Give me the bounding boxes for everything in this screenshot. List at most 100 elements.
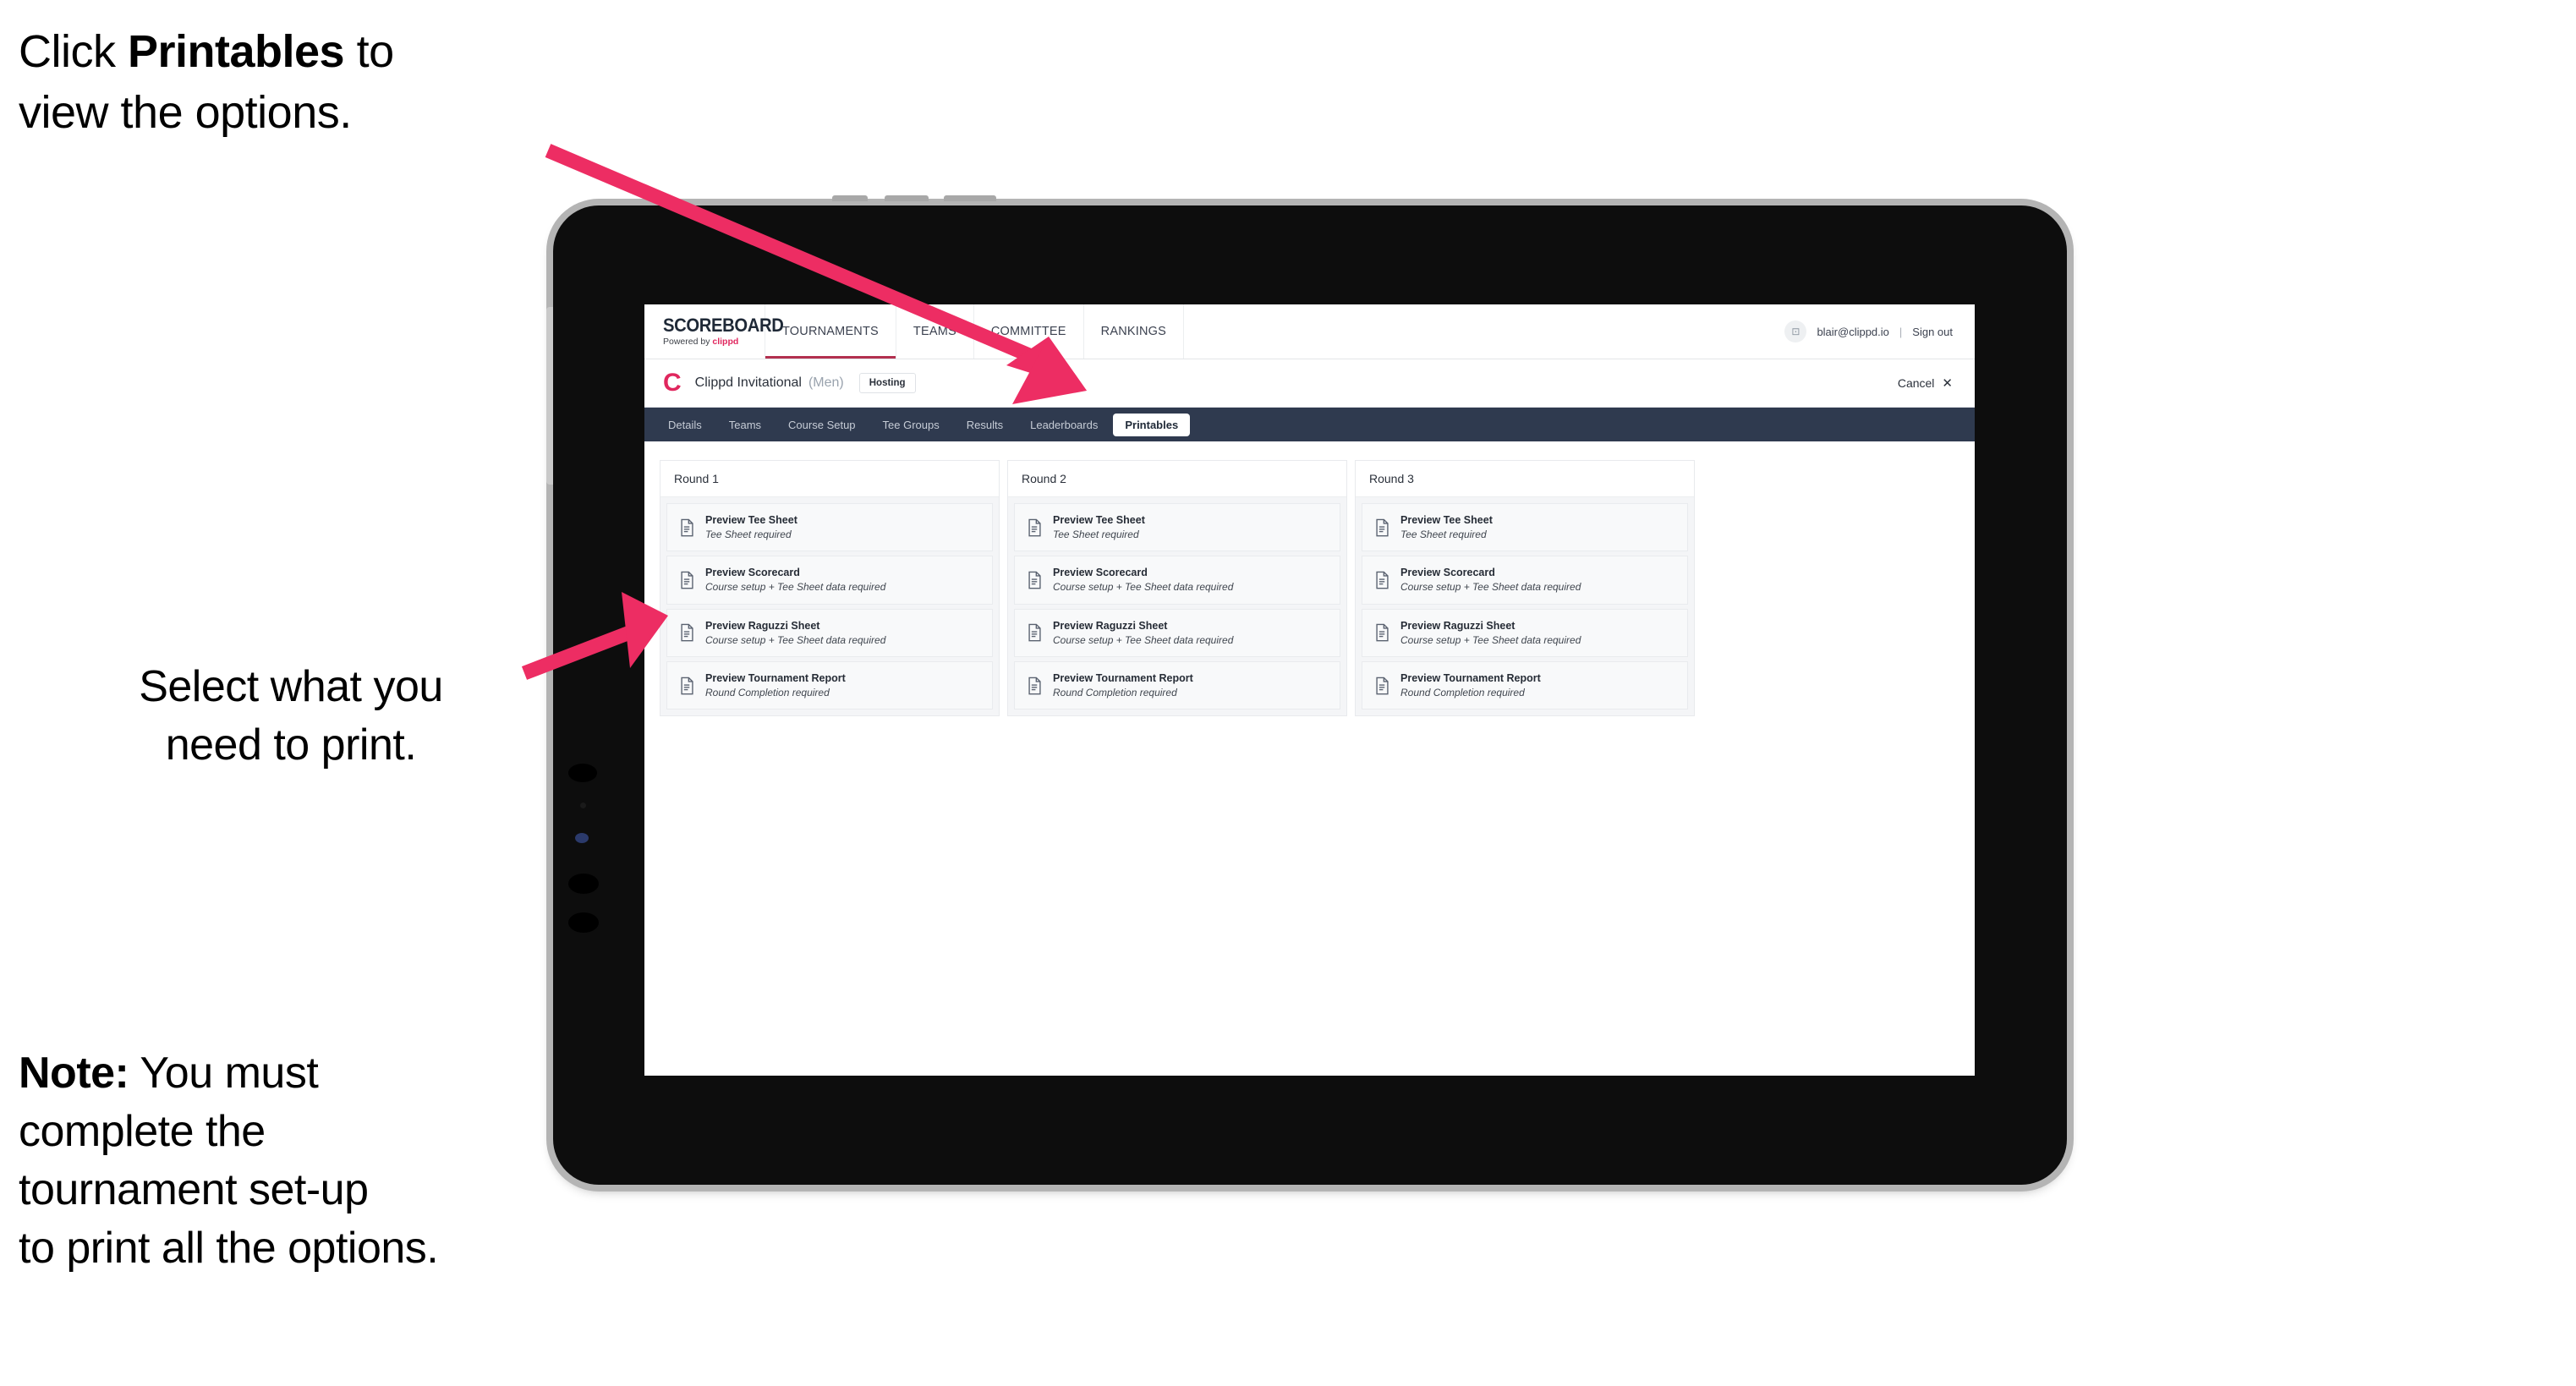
document-icon: [681, 677, 693, 695]
tab-teams[interactable]: Teams: [717, 414, 773, 436]
tournament-name: Clippd Invitational: [694, 375, 802, 390]
printable-item-subtitle: Tee Sheet required: [1053, 529, 1139, 540]
printable-item-subtitle: Tee Sheet required: [1400, 529, 1487, 540]
printable-item-text: Preview Tournament Report Round Completio…: [1400, 671, 1541, 699]
printable-item[interactable]: Preview Tournament Report Round Completio…: [666, 661, 993, 710]
tab-tee-groups[interactable]: Tee Groups: [871, 414, 951, 436]
printable-item-text: Preview Tee Sheet Tee Sheet required: [705, 513, 797, 541]
printable-item-subtitle: Course setup + Tee Sheet data required: [705, 581, 886, 594]
tablet-top-button-1: [832, 195, 868, 201]
round-card-list: Preview Tee Sheet Tee Sheet required Previ…: [1008, 497, 1346, 716]
document-icon: [681, 624, 693, 642]
tournament-gender: (Men): [808, 375, 844, 390]
printable-item[interactable]: Preview Scorecard Course setup + Tee Shee…: [1362, 556, 1688, 605]
document-icon: [1028, 677, 1041, 695]
nav-item-rankings[interactable]: RANKINGS: [1084, 304, 1185, 359]
annotation-note-line3: tournament set-up: [19, 1165, 369, 1215]
printable-item-title: Preview Tournament Report: [1053, 672, 1193, 685]
tablet-top-button-2: [885, 195, 929, 201]
printable-item[interactable]: Preview Tee Sheet Tee Sheet required: [1362, 503, 1688, 552]
tablet-speaker-hole-1: [568, 764, 597, 782]
document-icon: [1376, 624, 1389, 642]
printable-item-subtitle: Course setup + Tee Sheet data required: [1400, 581, 1581, 594]
cancel-button[interactable]: Cancel ✕: [1898, 376, 1953, 390]
scoreboard-logo[interactable]: SCOREBOARD Powered by clippd: [644, 304, 784, 359]
tab-leaderboards[interactable]: Leaderboards: [1018, 414, 1110, 436]
printable-item-text: Preview Raguzzi Sheet Course setup + Tee …: [705, 619, 885, 647]
tab-details[interactable]: Details: [656, 414, 714, 436]
tab-printables[interactable]: Printables: [1113, 413, 1191, 436]
annotation-note-line2: complete the: [19, 1107, 266, 1157]
printable-item[interactable]: Preview Scorecard Course setup + Tee Shee…: [1014, 556, 1340, 605]
document-icon: [681, 571, 693, 589]
tournament-tabs-bar: Details Teams Course Setup Tee Groups Re…: [644, 408, 1975, 441]
annotation-click-line1-post: to: [344, 26, 395, 77]
clippd-c-logo: C: [663, 369, 682, 397]
printable-item[interactable]: Preview Tournament Report Round Completio…: [1362, 661, 1688, 710]
annotation-select-line2: need to print.: [165, 720, 417, 770]
tablet-sensor-dot: [580, 803, 586, 808]
annotation-click-line2: view the options.: [19, 86, 352, 138]
printable-item-subtitle: Round Completion required: [1053, 687, 1177, 699]
printable-item-subtitle: Course setup + Tee Sheet data required: [1053, 633, 1234, 646]
cancel-label: Cancel: [1897, 376, 1935, 390]
round-column: Round 1 Preview Tee Sheet Tee Sheet requir…: [660, 460, 1000, 717]
printable-item-title: Preview Scorecard: [1400, 567, 1495, 579]
printable-item-text: Preview Tee Sheet Tee Sheet required: [1400, 513, 1493, 541]
annotation-note-line4: to print all the options.: [19, 1224, 439, 1274]
printable-item[interactable]: Preview Raguzzi Sheet Course setup + Tee …: [1362, 608, 1688, 658]
round-column: Round 3 Preview Tee Sheet Tee Sheet requir…: [1355, 460, 1695, 717]
brand-title: SCOREBOARD: [663, 315, 784, 337]
sign-out-link[interactable]: Sign out: [1912, 326, 1953, 338]
printable-item-title: Preview Tee Sheet: [1053, 514, 1145, 526]
tablet-speaker-hole-2: [568, 874, 599, 894]
printable-item-title: Preview Raguzzi Sheet: [1053, 619, 1168, 632]
separator: |: [1899, 325, 1903, 338]
printable-item-subtitle: Round Completion required: [705, 687, 830, 699]
printable-item-subtitle: Course setup + Tee Sheet data required: [1053, 581, 1234, 594]
printable-item-title: Preview Tournament Report: [1400, 672, 1541, 685]
round-title: Round 1: [660, 461, 999, 497]
document-icon: [1376, 677, 1389, 695]
printable-item-text: Preview Raguzzi Sheet Course setup + Tee …: [1053, 619, 1233, 647]
printable-item-title: Preview Raguzzi Sheet: [1400, 619, 1515, 632]
annotation-select-print: Select what you need to print.: [29, 658, 553, 775]
printable-item[interactable]: Preview Raguzzi Sheet Course setup + Tee …: [1014, 608, 1340, 658]
printable-item[interactable]: Preview Tournament Report Round Completio…: [1014, 661, 1340, 710]
printable-item-title: Preview Scorecard: [705, 567, 800, 579]
status-badge: Hosting: [858, 373, 916, 393]
printable-item-title: Preview Scorecard: [1053, 567, 1148, 579]
document-icon: [1376, 571, 1389, 589]
annotation-note-line1: You must: [129, 1049, 319, 1098]
avatar[interactable]: ⊡: [1784, 320, 1807, 342]
printable-item-title: Preview Tee Sheet: [1400, 514, 1493, 526]
printables-rounds-container: Round 1 Preview Tee Sheet Tee Sheet requir…: [644, 441, 1975, 736]
primary-nav-items: TOURNAMENTS TEAMS COMMITTEE RANKINGS: [765, 304, 1185, 359]
printable-item-text: Preview Scorecard Course setup + Tee Shee…: [705, 566, 885, 594]
tablet-top-button-3: [944, 195, 996, 201]
tab-results[interactable]: Results: [955, 414, 1015, 436]
printable-item[interactable]: Preview Scorecard Course setup + Tee Shee…: [666, 556, 993, 605]
printable-item-text: Preview Tournament Report Round Completio…: [1053, 671, 1193, 699]
printable-item-title: Preview Tee Sheet: [705, 514, 797, 526]
printable-item-subtitle: Course setup + Tee Sheet data required: [705, 633, 886, 646]
annotation-click-printables: Click Printables to view the options.: [19, 22, 577, 144]
printable-item[interactable]: Preview Tee Sheet Tee Sheet required: [666, 503, 993, 552]
printable-item-subtitle: Course setup + Tee Sheet data required: [1400, 633, 1581, 646]
nav-item-tournaments[interactable]: TOURNAMENTS: [765, 304, 896, 359]
nav-item-committee[interactable]: COMMITTEE: [974, 304, 1084, 359]
tab-course-setup[interactable]: Course Setup: [776, 414, 868, 436]
annotation-select-line1: Select what you: [139, 662, 443, 711]
round-card-list: Preview Tee Sheet Tee Sheet required Previ…: [660, 497, 999, 716]
printable-item[interactable]: Preview Raguzzi Sheet Course setup + Tee …: [666, 608, 993, 658]
brand-powered-prefix: Powered by: [663, 337, 713, 348]
document-icon: [1028, 571, 1041, 589]
nav-item-teams[interactable]: TEAMS: [896, 304, 974, 359]
printable-item[interactable]: Preview Tee Sheet Tee Sheet required: [1014, 503, 1340, 552]
round-column: Round 2 Preview Tee Sheet Tee Sheet requir…: [1007, 460, 1347, 717]
round-title: Round 3: [1356, 461, 1694, 497]
printable-item-text: Preview Tee Sheet Tee Sheet required: [1053, 513, 1145, 541]
round-title: Round 2: [1008, 461, 1346, 497]
annotation-note-label: Note:: [19, 1049, 129, 1098]
document-icon: [681, 518, 693, 536]
